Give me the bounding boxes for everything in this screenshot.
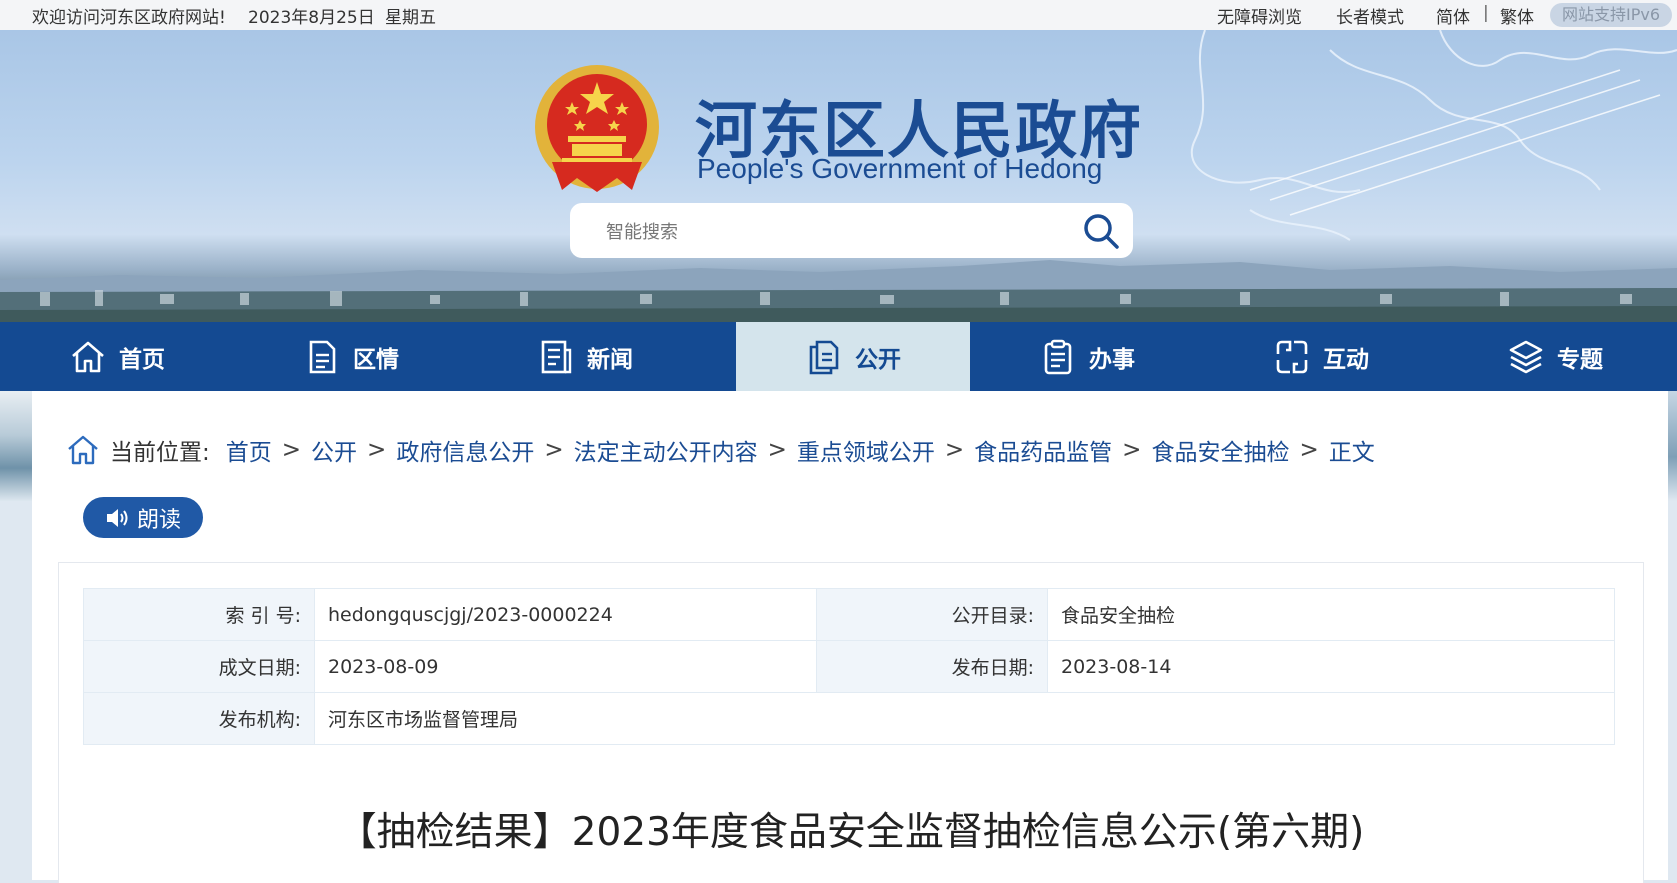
breadcrumb-separator: > — [367, 437, 387, 463]
nav-item-public[interactable]: 公开 — [736, 322, 970, 391]
clipboard-icon — [1044, 339, 1072, 374]
breadcrumb-separator: > — [281, 437, 302, 463]
breadcrumb-gov-info[interactable]: 政府信息公开 — [396, 433, 534, 467]
site-subtitle: People's Government of Hedong — [697, 153, 1103, 184]
agency-label: 发布机构: — [83, 692, 315, 745]
nav-item-services[interactable]: 办事 — [970, 322, 1204, 391]
breadcrumb-statutory[interactable]: 法定主动公开内容 — [574, 433, 758, 467]
search-input[interactable] — [604, 217, 1048, 247]
breadcrumb-food-drug[interactable]: 食品药品监管 — [974, 433, 1112, 467]
breadcrumb-separator: > — [1299, 437, 1319, 463]
simplified-chinese-link[interactable]: 简体 — [1436, 3, 1470, 28]
table-row: 索 引 号: hedongquscjgj/2023-0000224 公开目录: … — [83, 588, 1615, 641]
nav-item-news[interactable]: 新闻 — [468, 322, 702, 391]
breadcrumb-separator: > — [544, 437, 564, 463]
table-row: 发布机构: 河东区市场监督管理局 — [83, 692, 1615, 745]
read-aloud-button[interactable]: 朗读 — [83, 497, 203, 538]
breadcrumb-food-sampling[interactable]: 食品安全抽检 — [1151, 433, 1289, 467]
breadcrumb-home[interactable]: 首页 — [226, 433, 272, 467]
catalog-label: 公开目录: — [816, 588, 1048, 641]
nav-label: 首页 — [119, 346, 165, 373]
catalog-value: 食品安全抽检 — [1047, 588, 1615, 641]
agency-value: 河东区市场监督管理局 — [314, 692, 1615, 745]
breadcrumb-separator: > — [767, 437, 787, 463]
article-panel: 索 引 号: hedongquscjgj/2023-0000224 公开目录: … — [58, 562, 1644, 883]
created-date-value: 2023-08-09 — [314, 640, 817, 693]
breadcrumb-separator: > — [1122, 437, 1142, 463]
breadcrumb-current[interactable]: 正文 — [1329, 433, 1375, 467]
breadcrumb-public[interactable]: 公开 — [311, 433, 357, 467]
current-date: 2023年8月25日 — [248, 8, 375, 28]
created-date-label: 成文日期: — [83, 640, 315, 693]
search-icon[interactable] — [1081, 211, 1121, 251]
breadcrumb-key-areas[interactable]: 重点领域公开 — [797, 433, 935, 467]
nav-item-home[interactable]: 首页 — [0, 322, 234, 391]
accessibility-link[interactable]: 无障碍浏览 — [1217, 3, 1302, 28]
traditional-chinese-link[interactable]: 繁体 — [1500, 3, 1534, 28]
nav-item-interaction[interactable]: 互动 — [1204, 322, 1438, 391]
main-content: 当前位置: 首页 > 公开 > 政府信息公开 > 法定主动公开内容 > 重点领域公开 > … — [32, 391, 1668, 883]
nav-label: 公开 — [855, 346, 901, 373]
language-separator: | — [1483, 3, 1489, 23]
document-icon — [309, 340, 336, 373]
nav-item-district[interactable]: 区情 — [234, 322, 468, 391]
nav-item-topics[interactable]: 专题 — [1438, 322, 1672, 391]
side-decoration-right — [1668, 391, 1677, 501]
metadata-table: 索 引 号: hedongquscjgj/2023-0000224 公开目录: … — [83, 588, 1615, 745]
index-value: hedongquscjgj/2023-0000224 — [314, 588, 817, 641]
nav-label: 互动 — [1323, 346, 1369, 373]
news-icon — [541, 340, 572, 373]
nav-label: 专题 — [1557, 346, 1603, 373]
nav-label: 区情 — [353, 346, 399, 373]
files-icon — [809, 340, 839, 374]
breadcrumb: 当前位置: 首页 > 公开 > 政府信息公开 > 法定主动公开内容 > 重点领域公开 > … — [66, 433, 1375, 467]
welcome-text: 欢迎访问河东区政府网站! — [32, 8, 226, 28]
nav-label: 办事 — [1089, 346, 1135, 373]
home-icon — [72, 341, 104, 372]
article-title: 【抽检结果】2023年度食品安全监督抽检信息公示(第六期) — [337, 810, 1365, 855]
layers-icon — [1509, 340, 1543, 373]
ipv6-badge: 网站支持IPv6 — [1550, 3, 1673, 27]
published-date-value: 2023-08-14 — [1047, 640, 1615, 693]
nav-label: 新闻 — [587, 346, 633, 373]
read-aloud-label: 朗读 — [136, 507, 181, 533]
current-weekday: 星期五 — [385, 8, 436, 28]
location-home-icon — [68, 435, 98, 465]
interaction-icon — [1276, 340, 1308, 373]
top-bar: 欢迎访问河东区政府网站! 2023年8月25日 星期五 无障碍浏览 长者模式 简… — [0, 0, 1677, 30]
elder-mode-link[interactable]: 长者模式 — [1336, 3, 1404, 28]
side-decoration-left — [0, 391, 32, 501]
breadcrumb-separator: > — [944, 437, 965, 463]
search-box — [570, 203, 1133, 258]
breadcrumb-label: 当前位置: — [110, 440, 210, 466]
published-date-label: 发布日期: — [816, 640, 1048, 693]
speaker-icon — [106, 508, 128, 527]
national-emblem — [535, 65, 659, 192]
index-label: 索 引 号: — [83, 588, 315, 641]
header-banner: 河东区人民政府 People's Government of Hedong — [0, 30, 1677, 322]
table-row: 成文日期: 2023-08-09 发布日期: 2023-08-14 — [83, 640, 1615, 693]
main-nav: 首页 区情 新闻 公开 办事 互动 专题 — [0, 322, 1677, 391]
